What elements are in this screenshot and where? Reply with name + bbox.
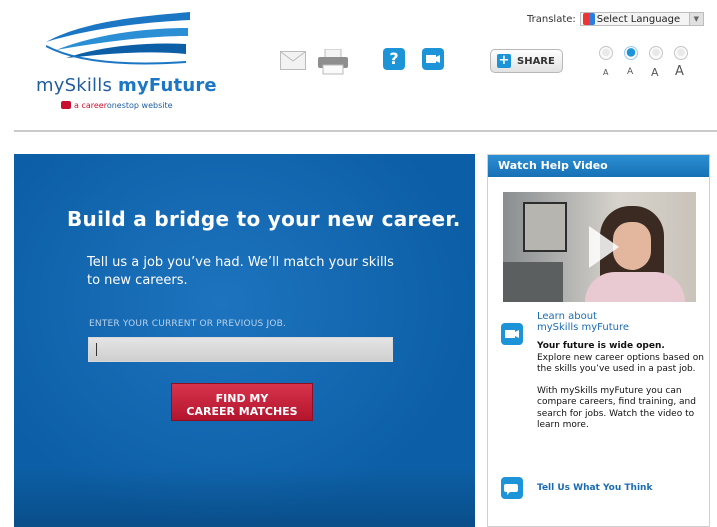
video-camera-icon[interactable] xyxy=(501,323,523,345)
font-size-label-1: A xyxy=(603,68,609,77)
learn-about-text: Your future is wide open. Explore new ca… xyxy=(537,341,712,442)
intro-text: Tell us a job you’ve had. We’ll match yo… xyxy=(87,255,394,288)
text-cursor xyxy=(96,343,97,356)
video-camera-icon[interactable] xyxy=(422,48,444,70)
font-size-label-2: A xyxy=(627,67,634,77)
feedback-link[interactable]: Tell Us What You Think xyxy=(537,483,652,493)
email-icon[interactable] xyxy=(280,51,306,70)
logo-text-bold: myFuture xyxy=(118,75,217,96)
tagline-blue: onestop website xyxy=(106,101,173,110)
help-icon[interactable]: ? xyxy=(383,48,405,70)
share-button[interactable]: + SHARE xyxy=(490,49,563,73)
career-search-panel: Build a bridge to your new career. Tell … xyxy=(14,154,475,527)
chevron-down-icon: ▼ xyxy=(688,13,703,25)
font-size-selector: A A A A xyxy=(599,46,694,86)
careeronestop-tagline[interactable]: a careeronestop website xyxy=(61,101,173,110)
print-icon[interactable] xyxy=(318,48,348,75)
job-input-label: ENTER YOUR CURRENT OR PREVIOUS JOB. xyxy=(89,319,287,329)
help-sidebar: Watch Help Video Learn about mySkills my… xyxy=(487,154,710,527)
learn-title-line1: Learn about xyxy=(537,311,597,322)
careeronestop-icon xyxy=(61,101,71,109)
font-size-label-4: A xyxy=(675,64,684,79)
learn-lead-rest: Explore new career options based on the … xyxy=(537,352,704,375)
language-select-value: Select Language xyxy=(596,13,681,25)
learn-about-link[interactable]: Learn about mySkills myFuture xyxy=(537,311,629,333)
help-video-player[interactable] xyxy=(503,192,696,302)
find-career-matches-button[interactable]: FIND MY CAREER MATCHES xyxy=(171,383,313,421)
font-size-radio-4[interactable] xyxy=(674,46,688,60)
play-icon[interactable] xyxy=(589,226,619,268)
language-select[interactable]: Select Language ▼ xyxy=(579,12,704,26)
translate-widget: Translate: Select Language ▼ xyxy=(527,12,704,26)
page-headline: Build a bridge to your new career. xyxy=(67,207,461,231)
speech-bubble-icon[interactable] xyxy=(501,477,523,499)
site-header: mySkills myFuture a careeronestop website… xyxy=(14,12,717,132)
font-size-label-3: A xyxy=(651,66,659,79)
google-translate-icon xyxy=(582,13,595,25)
help-video-header: Watch Help Video xyxy=(488,155,709,177)
find-button-line1: FIND MY xyxy=(215,391,269,405)
logo-text-light: mySkills xyxy=(36,75,113,96)
learn-title-line2: mySkills myFuture xyxy=(537,322,630,333)
logo-swoosh-icon[interactable] xyxy=(46,12,191,72)
tagline-red: a career xyxy=(74,101,107,110)
translate-label: Translate: xyxy=(527,13,576,25)
find-button-line2: CAREER MATCHES xyxy=(186,404,298,418)
thumbnail-wall-frame xyxy=(523,202,567,252)
logo-text[interactable]: mySkills myFuture xyxy=(36,75,217,96)
font-size-radio-2[interactable] xyxy=(624,46,638,60)
thumbnail-presenter-body xyxy=(585,272,685,302)
job-input[interactable] xyxy=(88,337,393,362)
learn-lead-bold: Your future is wide open. xyxy=(537,341,665,351)
share-label: SHARE xyxy=(517,55,555,67)
font-size-radio-1[interactable] xyxy=(599,46,613,60)
font-size-radio-3[interactable] xyxy=(649,46,663,60)
plus-icon: + xyxy=(497,53,511,68)
thumbnail-desk xyxy=(503,262,563,302)
learn-body-paragraph: With mySkills myFuture you can compare c… xyxy=(537,385,696,431)
